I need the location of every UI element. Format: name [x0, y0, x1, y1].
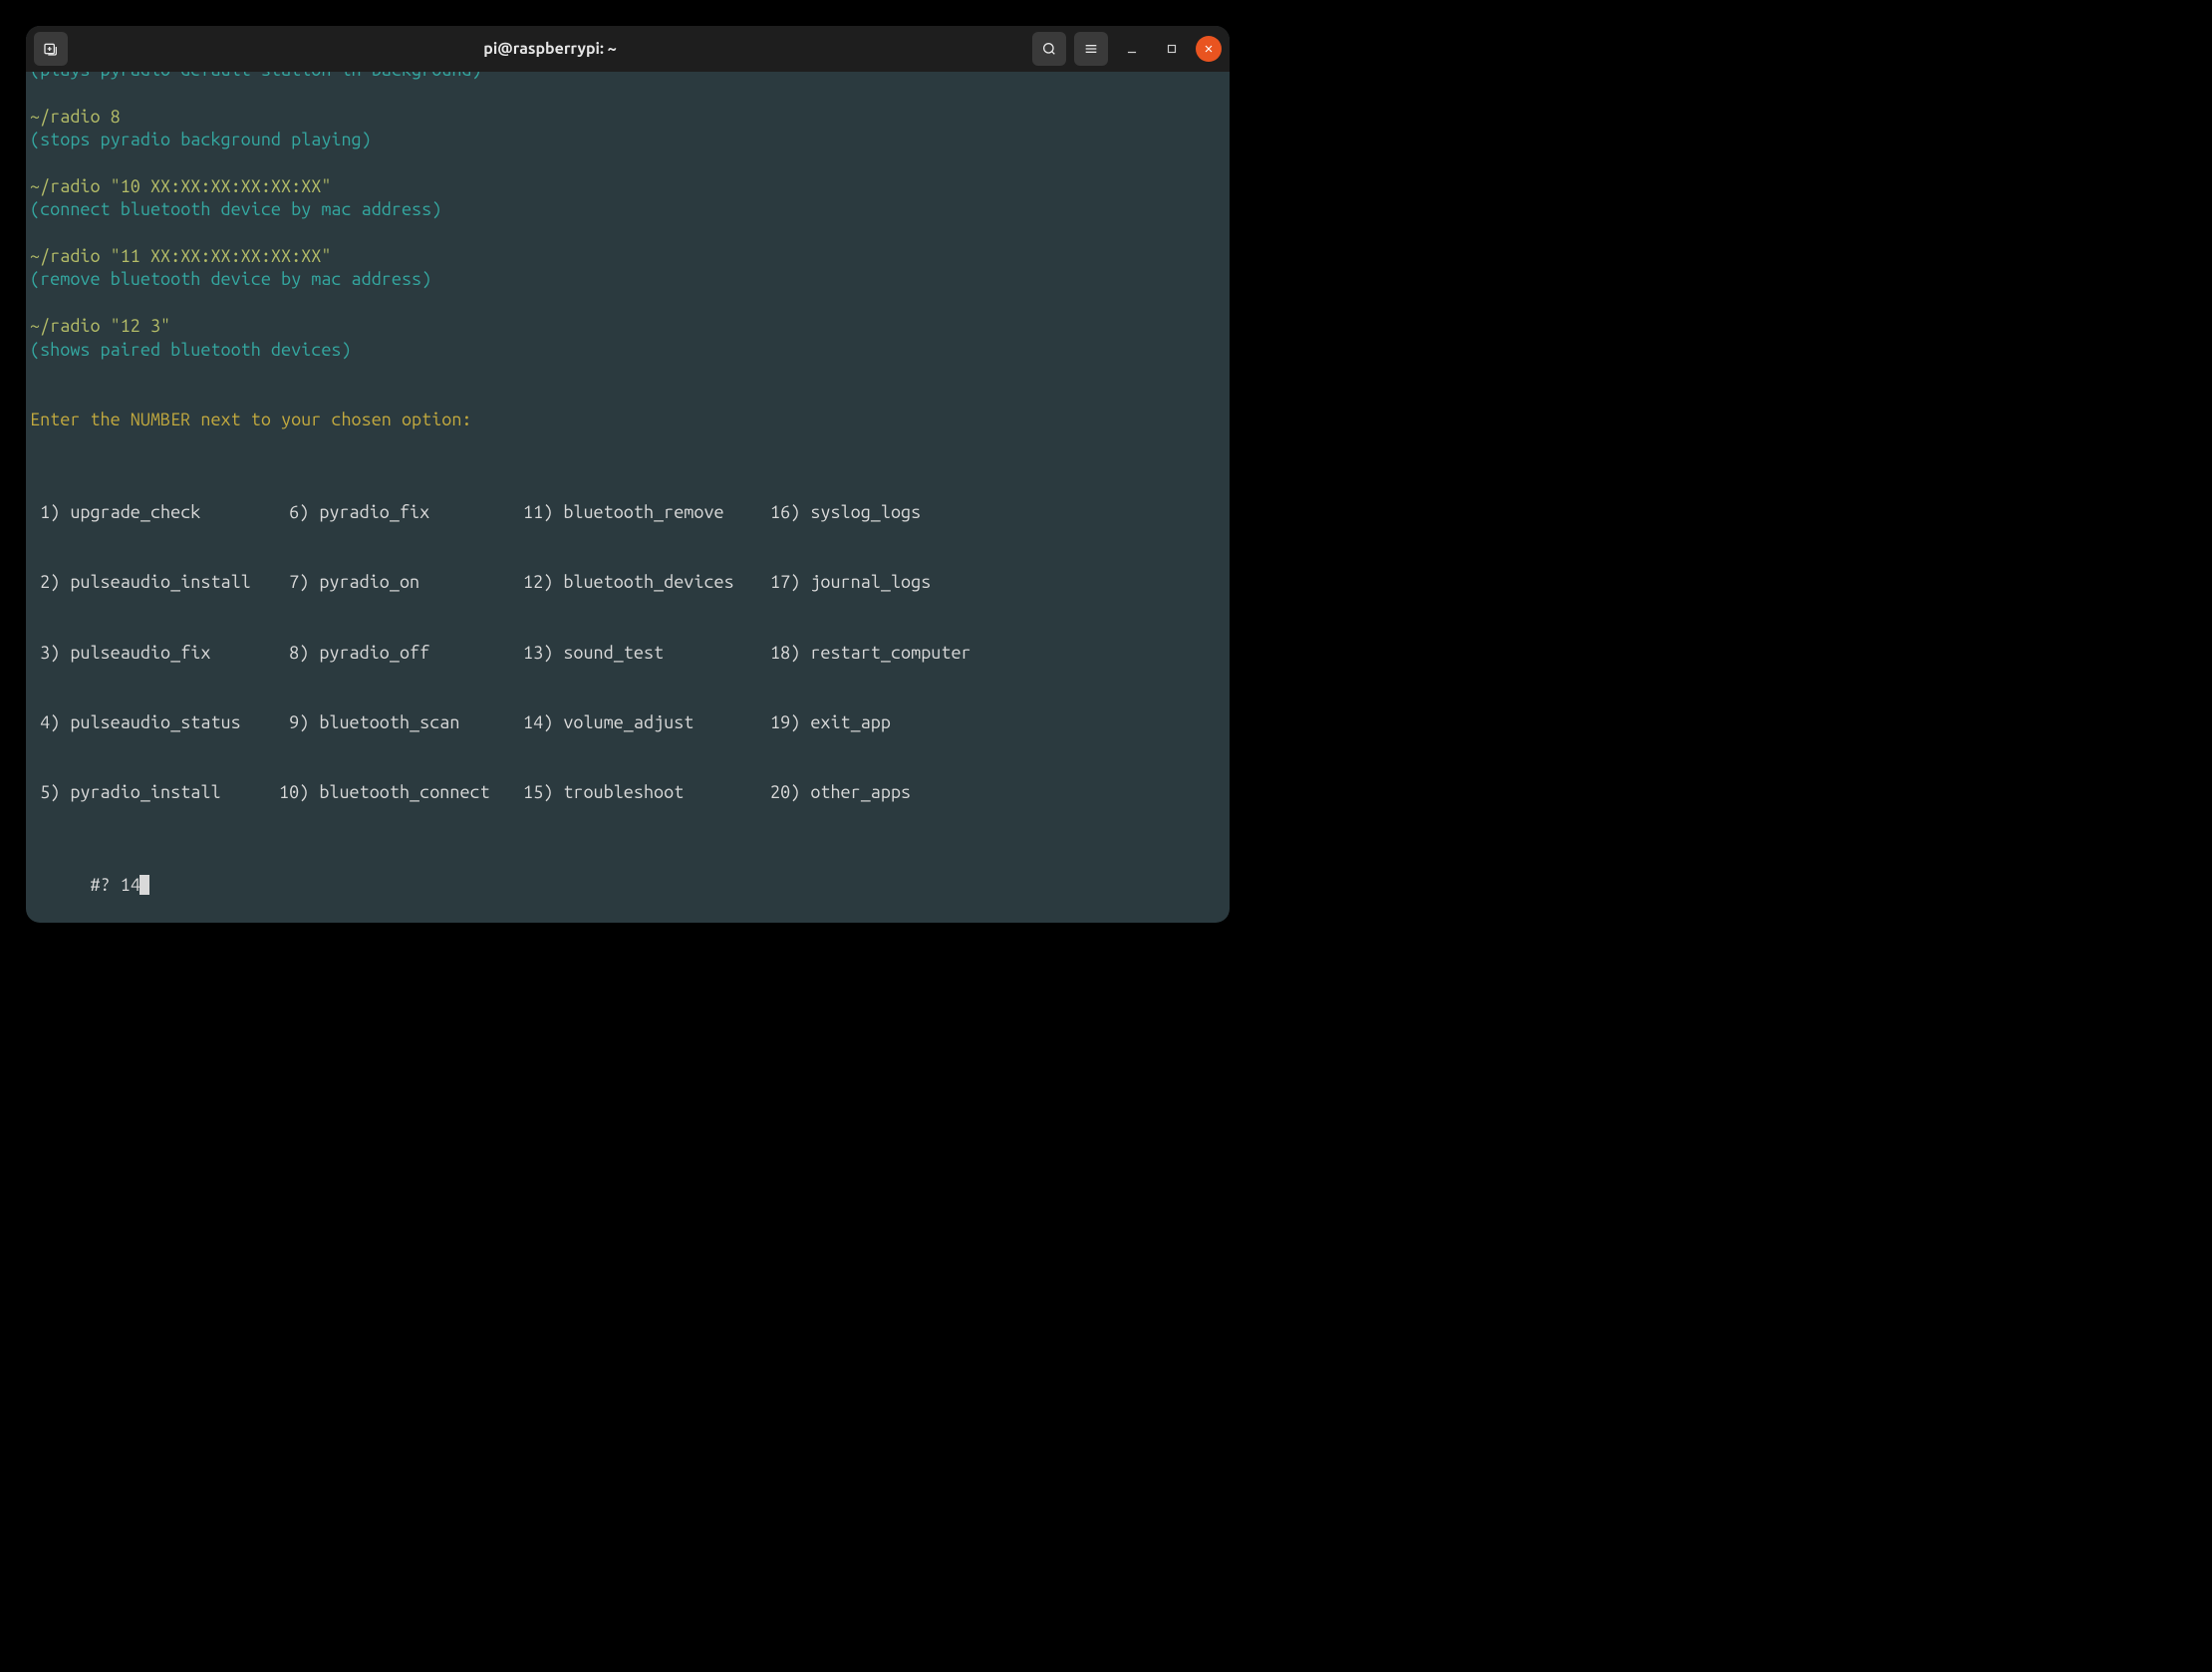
- option-18: 18) restart_computer: [770, 642, 1226, 665]
- option-16: 16) syslog_logs: [770, 501, 1226, 524]
- option-8: 8) pyradio_off: [279, 642, 523, 665]
- example-6-note: (shows paired bluetooth devices): [30, 339, 1226, 362]
- minimize-button[interactable]: [1116, 33, 1148, 65]
- option-1: 1) upgrade_check: [30, 501, 279, 524]
- window-title: pi@raspberrypi: ~: [68, 39, 1032, 60]
- maximize-icon: [1165, 42, 1179, 56]
- new-tab-icon: [43, 41, 59, 57]
- option-11: 11) bluetooth_remove: [523, 501, 770, 524]
- option-13: 13) sound_test: [523, 642, 770, 665]
- scroll-filler: [30, 921, 1226, 923]
- option-2: 2) pulseaudio_install: [30, 571, 279, 594]
- example-5-cmd: ~/radio "11 XX:XX:XX:XX:XX:XX": [30, 245, 1226, 268]
- example-4-note: (connect bluetooth device by mac address…: [30, 198, 1226, 221]
- option-7: 7) pyradio_on: [279, 571, 523, 594]
- cursor-icon: [139, 875, 149, 895]
- terminal-window: pi@raspberrypi: ~ pi@raspberrypi:~ $ ~/r…: [26, 26, 1230, 923]
- titlebar: pi@raspberrypi: ~: [26, 26, 1230, 72]
- minimize-icon: [1125, 42, 1139, 56]
- example-4-cmd: ~/radio "10 XX:XX:XX:XX:XX:XX": [30, 175, 1226, 198]
- option-9: 9) bluetooth_scan: [279, 711, 523, 734]
- terminal-viewport[interactable]: pi@raspberrypi:~ $ ~/radio PRO TIPS: Sho…: [26, 72, 1230, 923]
- example-5-note: (remove bluetooth device by mac address): [30, 268, 1226, 291]
- hamburger-icon: [1083, 41, 1099, 57]
- close-icon: [1203, 43, 1215, 55]
- option-12: 12) bluetooth_devices: [523, 571, 770, 594]
- option-17: 17) journal_logs: [770, 571, 1226, 594]
- option-14: 14) volume_adjust: [523, 711, 770, 734]
- choose-prompt: Enter the NUMBER next to your chosen opt…: [30, 409, 1226, 431]
- option-19: 19) exit_app: [770, 711, 1226, 734]
- option-15: 15) troubleshoot: [523, 781, 770, 804]
- new-tab-button[interactable]: [34, 32, 68, 66]
- option-6: 6) pyradio_fix: [279, 501, 523, 524]
- option-5: 5) pyradio_install: [30, 781, 279, 804]
- input-line[interactable]: #? 14: [30, 851, 1226, 921]
- maximize-button[interactable]: [1156, 33, 1188, 65]
- input-value: 14: [121, 875, 140, 895]
- options-grid: 1) upgrade_check 2) pulseaudio_install 3…: [30, 454, 1226, 851]
- example-3-cmd: ~/radio 8: [30, 106, 1226, 129]
- option-3: 3) pulseaudio_fix: [30, 642, 279, 665]
- close-button[interactable]: [1196, 36, 1222, 62]
- example-3-note: (stops pyradio background playing): [30, 129, 1226, 151]
- option-4: 4) pulseaudio_status: [30, 711, 279, 734]
- example-6-cmd: ~/radio "12 3": [30, 315, 1226, 338]
- option-20: 20) other_apps: [770, 781, 1226, 804]
- option-10: 10) bluetooth_connect: [279, 781, 523, 804]
- example-2-note: (plays pyradio default station in backgr…: [30, 72, 1226, 82]
- hamburger-menu-button[interactable]: [1074, 32, 1108, 66]
- input-prompt: #?: [90, 875, 120, 895]
- search-icon: [1041, 41, 1057, 57]
- search-button[interactable]: [1032, 32, 1066, 66]
